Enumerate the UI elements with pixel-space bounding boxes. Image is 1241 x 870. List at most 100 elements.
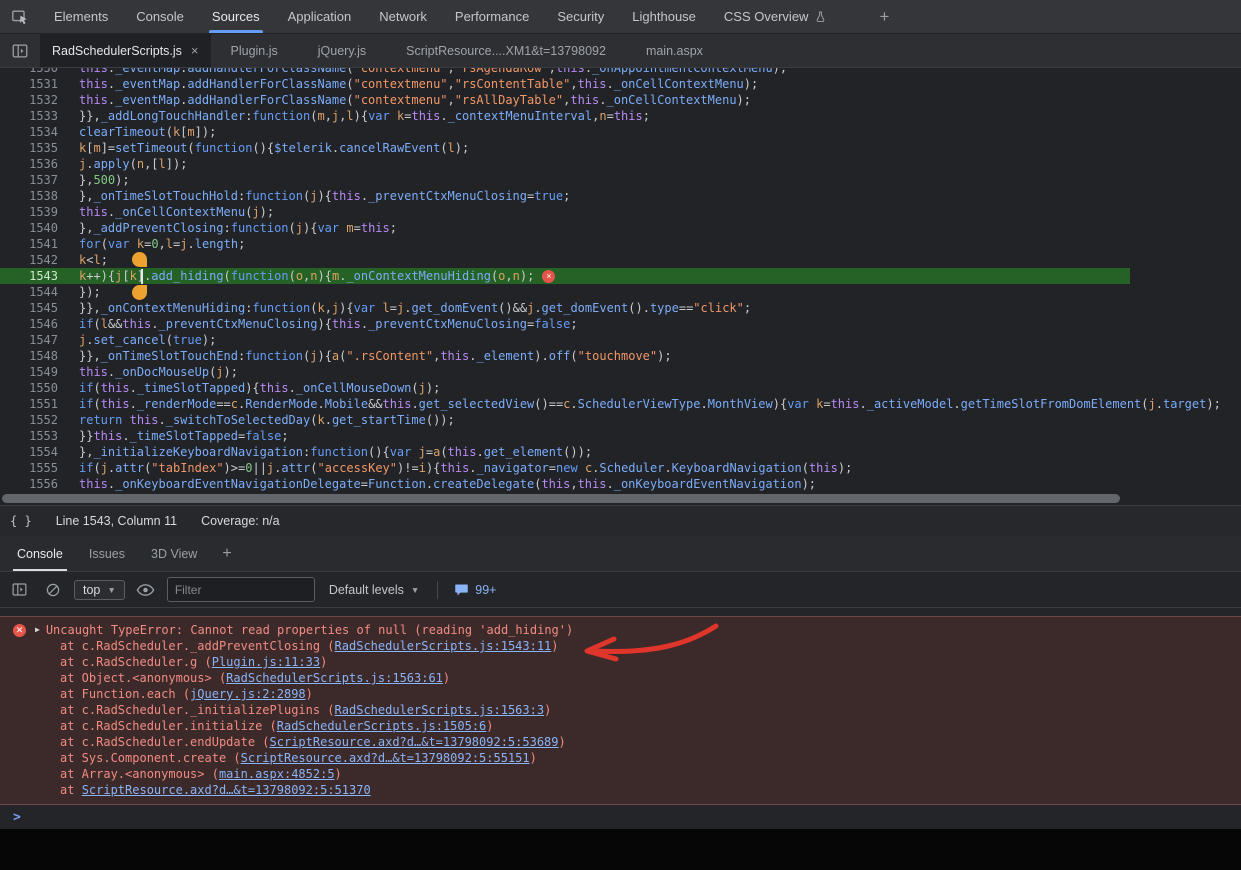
- console-sidebar-icon[interactable]: [6, 577, 32, 603]
- live-expression-icon[interactable]: [133, 577, 159, 603]
- line-number[interactable]: 1546: [0, 316, 67, 332]
- line-number[interactable]: 1542: [0, 252, 67, 268]
- code-line-text[interactable]: k++){j[k].add_hiding(function(o,n){m._on…: [67, 268, 534, 284]
- line-number[interactable]: 1533: [0, 108, 67, 124]
- code-line-text[interactable]: if(this._renderMode==c.RenderMode.Mobile…: [67, 396, 1221, 412]
- main-tab-lighthouse[interactable]: Lighthouse: [622, 0, 706, 33]
- main-tab-security[interactable]: Security: [547, 0, 614, 33]
- selection-handle-bottom[interactable]: [132, 285, 147, 300]
- code-line-text[interactable]: });: [67, 284, 101, 300]
- code-line-text[interactable]: }},_onContextMenuHiding:function(k,j){va…: [67, 300, 751, 316]
- line-number[interactable]: 1530: [0, 68, 67, 76]
- code-line-text[interactable]: j.set_cancel(true);: [67, 332, 216, 348]
- clear-console-icon[interactable]: [40, 577, 66, 603]
- code-line-text[interactable]: for(var k=0,l=j.length;: [67, 236, 245, 252]
- code-line-text[interactable]: },_addPreventClosing:function(j){var m=t…: [67, 220, 397, 236]
- line-number[interactable]: 1551: [0, 396, 67, 412]
- file-tab-main-aspx[interactable]: main.aspx: [626, 34, 723, 67]
- line-number[interactable]: 1545: [0, 300, 67, 316]
- code-line-text[interactable]: if(this._timeSlotTapped){this._onCellMou…: [67, 380, 440, 396]
- drawer-tab-issues[interactable]: Issues: [76, 536, 138, 571]
- log-levels-selector[interactable]: Default levels ▼: [323, 583, 425, 597]
- code-line-text[interactable]: this._eventMap.addHandlerForClassName("c…: [67, 92, 751, 108]
- pretty-print-icon[interactable]: { }: [10, 514, 32, 528]
- code-line-text[interactable]: }},_onTimeSlotTouchEnd:function(j){a(".r…: [67, 348, 672, 364]
- close-tab-icon[interactable]: ×: [191, 44, 199, 57]
- execution-context-selector[interactable]: top ▼: [74, 580, 125, 600]
- line-number[interactable]: 1550: [0, 380, 67, 396]
- code-line-text[interactable]: this._eventMap.addHandlerForClassName("c…: [67, 68, 787, 76]
- drawer-more-tabs-button[interactable]: +: [210, 536, 243, 571]
- stack-frame-link[interactable]: ScriptResource.axd?d…&t=13798092:5:55151: [241, 751, 530, 765]
- code-line-text[interactable]: }},_addLongTouchHandler:function(m,j,l){…: [67, 108, 650, 124]
- code-line-text[interactable]: clearTimeout(k[m]);: [67, 124, 216, 140]
- code-line-text[interactable]: this._eventMap.addHandlerForClassName("c…: [67, 76, 758, 92]
- line-number[interactable]: 1553: [0, 428, 67, 444]
- code-line-text[interactable]: },_onTimeSlotTouchHold:function(j){this.…: [67, 188, 570, 204]
- main-tab-elements[interactable]: Elements: [44, 0, 118, 33]
- code-line-text[interactable]: this._onCellContextMenu(j);: [67, 204, 274, 220]
- stack-frame-link[interactable]: RadSchedulerScripts.js:1505:6: [277, 719, 487, 733]
- code-line-text[interactable]: this._onKeyboardEventNavigationDelegate=…: [67, 476, 816, 492]
- stack-frame-link[interactable]: RadSchedulerScripts.js:1563:61: [226, 671, 443, 685]
- code-line-text[interactable]: },500);: [67, 172, 130, 188]
- drawer-tab-3d-view[interactable]: 3D View: [138, 536, 210, 571]
- line-number[interactable]: 1535: [0, 140, 67, 156]
- line-number[interactable]: 1534: [0, 124, 67, 140]
- line-number[interactable]: 1537: [0, 172, 67, 188]
- horizontal-scrollbar-thumb[interactable]: [2, 494, 1120, 503]
- file-tab-scriptresource-xm1-t-13798092[interactable]: ScriptResource....XM1&t=13798092: [386, 34, 626, 67]
- drawer-tab-console[interactable]: Console: [4, 536, 76, 571]
- line-number[interactable]: 1555: [0, 460, 67, 476]
- stack-frame-link[interactable]: main.aspx:4852:5: [219, 767, 335, 781]
- main-tab-console[interactable]: Console: [126, 0, 194, 33]
- main-tab-application[interactable]: Application: [278, 0, 362, 33]
- console-filter-input[interactable]: [167, 577, 315, 602]
- expand-triangle-icon[interactable]: ▶: [35, 622, 40, 638]
- line-number[interactable]: 1531: [0, 76, 67, 92]
- selection-handle-top[interactable]: [132, 252, 147, 267]
- stack-frame-link[interactable]: Plugin.js:11:33: [212, 655, 320, 669]
- line-number[interactable]: 1544: [0, 284, 67, 300]
- code-line-text[interactable]: k[m]=setTimeout(function(){$telerik.canc…: [67, 140, 469, 156]
- code-line-text[interactable]: if(l&&this._preventCtxMenuClosing){this.…: [67, 316, 578, 332]
- stack-frame-text: ): [530, 751, 537, 765]
- line-number[interactable]: 1540: [0, 220, 67, 236]
- stack-frame-link[interactable]: jQuery.js:2:2898: [190, 687, 306, 701]
- issues-counter[interactable]: 99+: [450, 583, 500, 597]
- code-line-text[interactable]: if(j.attr("tabIndex")>=0||j.attr("access…: [67, 460, 852, 476]
- line-number[interactable]: 1539: [0, 204, 67, 220]
- line-number[interactable]: 1532: [0, 92, 67, 108]
- line-number[interactable]: 1541: [0, 236, 67, 252]
- inspect-cursor-icon[interactable]: [0, 0, 40, 33]
- stack-frame-link[interactable]: RadSchedulerScripts.js:1563:3: [335, 703, 545, 717]
- code-line-text[interactable]: k<l;: [67, 252, 108, 268]
- code-line-text[interactable]: return this._switchToSelectedDay(k.get_s…: [67, 412, 455, 428]
- line-number[interactable]: 1554: [0, 444, 67, 460]
- main-tab-performance[interactable]: Performance: [445, 0, 539, 33]
- stack-frame-link[interactable]: ScriptResource.axd?d…&t=13798092:5:53689: [270, 735, 559, 749]
- console-prompt[interactable]: >: [0, 805, 1241, 829]
- line-number[interactable]: 1549: [0, 364, 67, 380]
- line-number[interactable]: 1552: [0, 412, 67, 428]
- panel-toggle-icon[interactable]: [0, 34, 40, 67]
- stack-frame-link[interactable]: ScriptResource.axd?d…&t=13798092:5:51370: [82, 783, 371, 797]
- file-tab-jquery-js[interactable]: jQuery.js: [298, 34, 386, 67]
- line-number[interactable]: 1556: [0, 476, 67, 492]
- line-number[interactable]: 1547: [0, 332, 67, 348]
- line-number[interactable]: 1548: [0, 348, 67, 364]
- main-tab-network[interactable]: Network: [369, 0, 437, 33]
- code-line-text[interactable]: this._onDocMouseUp(j);: [67, 364, 238, 380]
- file-tab-plugin-js[interactable]: Plugin.js: [211, 34, 298, 67]
- code-line-text[interactable]: },_initializeKeyboardNavigation:function…: [67, 444, 592, 460]
- more-panels-button[interactable]: +: [869, 7, 899, 27]
- line-number[interactable]: 1543: [0, 268, 67, 284]
- code-line-text[interactable]: }}this._timeSlotTapped=false;: [67, 428, 289, 444]
- code-line-text[interactable]: j.apply(n,[l]);: [67, 156, 187, 172]
- file-tab-radschedulerscripts-js[interactable]: RadSchedulerScripts.js×: [40, 34, 211, 67]
- main-tab-css-overview[interactable]: CSS Overview: [714, 0, 838, 33]
- line-number[interactable]: 1536: [0, 156, 67, 172]
- line-number[interactable]: 1538: [0, 188, 67, 204]
- main-tab-sources[interactable]: Sources: [202, 0, 270, 33]
- stack-frame-link[interactable]: RadSchedulerScripts.js:1543:11: [335, 639, 552, 653]
